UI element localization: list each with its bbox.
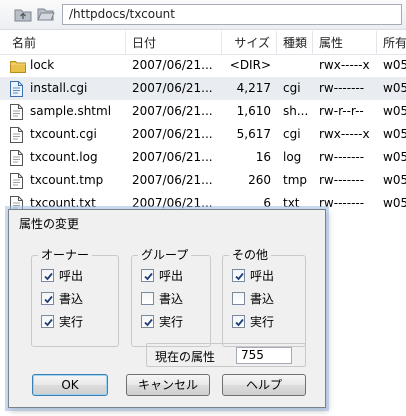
dialog-title: 属性の変更 [19,217,80,231]
checked-checkbox[interactable] [41,315,54,328]
file-row[interactable]: lock 2007/06/21... <DIR> rwx-----x w05 [0,54,406,77]
file-row[interactable]: txcount.log 2007/06/21... 16 log rw-----… [0,146,406,169]
current-attribute-box: 現在の属性 755 [146,343,306,367]
column-header-type[interactable]: 種類 [277,31,313,55]
cancel-button[interactable]: キャンセル [126,374,210,396]
path-field[interactable]: /httpdocs/txcount [62,4,402,25]
column-header-size[interactable]: サイズ [222,31,277,55]
file-attr: rwx-----x [319,58,370,72]
file-name: txcount.tmp [30,173,104,187]
file-row[interactable]: txcount.cgi 2007/06/21... 5,617 cgi rwx-… [0,123,406,146]
file-owner: w05 [383,104,406,118]
file-attr: rw------- [319,196,365,210]
file-icon [10,104,24,120]
file-size: 260 [248,173,271,187]
group-title: グループ [138,247,192,263]
checkbox-label: 実行 [159,315,184,329]
file-name: lock [30,58,55,72]
checkbox-label: 実行 [250,315,275,329]
checked-checkbox[interactable] [232,269,245,282]
file-row[interactable]: txcount.tmp 2007/06/21... 260 tmp rw----… [0,169,406,192]
file-type: log [283,150,302,164]
file-row[interactable]: sample.shtml 2007/06/21... 1,610 sh... r… [0,100,406,123]
current-attribute-label: 現在の属性 [155,350,216,364]
file-name: install.cgi [30,81,88,95]
file-attr: rwx-----x [319,127,370,141]
file-icon [10,127,24,143]
checked-checkbox[interactable] [141,269,154,282]
checkbox-label: 実行 [59,315,84,329]
ok-button[interactable]: OK [32,374,108,396]
group-box: その他呼出書込実行 [222,247,306,347]
file-owner: w05 [383,196,406,210]
checked-checkbox[interactable] [141,315,154,328]
file-name: txcount.log [30,150,98,164]
file-name: sample.shtml [30,104,112,118]
file-date: 2007/06/21... [132,173,213,187]
folder-up-icon[interactable] [14,6,32,22]
checkbox-label: 書込 [59,292,84,306]
unchecked-checkbox[interactable] [232,292,245,305]
column-header-date[interactable]: 日付 [126,31,222,55]
file-date: 2007/06/21... [132,150,213,164]
folder-icon [10,58,26,74]
column-header-owner[interactable]: 所有 [377,31,406,55]
file-date: 2007/06/21... [132,104,213,118]
group-title: オーナー [38,247,93,263]
file-date: 2007/06/21... [132,127,213,141]
file-icon [10,150,24,166]
checkbox-label: 呼出 [250,269,275,283]
list-header: 名前 日付 サイズ 種類 属性 所有 [0,31,406,55]
checkbox-label: 呼出 [159,269,184,283]
folder-open-icon[interactable] [37,6,55,22]
checkbox-label: 呼出 [59,269,84,283]
file-type: cgi [283,81,301,95]
current-attribute-input[interactable]: 755 [236,347,292,364]
unchecked-checkbox[interactable] [141,292,154,305]
file-date: 2007/06/21... [132,58,213,72]
checkbox-label: 書込 [159,292,184,306]
file-attr: rw------- [319,150,365,164]
checkbox-label: 書込 [250,292,275,306]
file-owner: w05 [383,81,406,95]
file-size: 5,617 [236,127,271,141]
file-size: 16 [255,150,271,164]
checked-checkbox[interactable] [41,269,54,282]
file-type: cgi [283,127,301,141]
file-attr: rw------- [319,173,365,187]
group-box: オーナー呼出書込実行 [31,247,119,347]
file-name: txcount.cgi [30,127,97,141]
checked-checkbox[interactable] [41,292,54,305]
file-type: tmp [283,173,308,187]
file-owner: w05 [383,173,406,187]
help-button[interactable]: ヘルプ [222,374,306,396]
file-owner: w05 [383,150,406,164]
checked-checkbox[interactable] [232,315,245,328]
file-type: sh... [283,104,309,118]
file-row[interactable]: install.cgi 2007/06/21... 4,217 cgi rw--… [0,77,406,100]
file-date: 2007/06/21... [132,81,213,95]
column-header-attr[interactable]: 属性 [313,31,377,55]
file-icon [10,81,24,97]
toolbar: /httpdocs/txcount [0,0,406,30]
file-attr: rw-r--r-- [319,104,364,118]
group-title: その他 [229,247,272,263]
group-box: グループ呼出書込実行 [131,247,211,347]
change-attributes-dialog: 属性の変更 オーナー 呼出 書込 実行 グループ 呼出 書込 実行 その他 呼出 書込 実行 現在の属… [8,209,326,408]
file-type [283,54,313,77]
file-icon [10,173,24,189]
file-size: <DIR> [229,58,271,72]
file-owner: w05 [383,127,406,141]
file-owner: w05 [383,58,406,72]
file-size: 1,610 [236,104,271,118]
file-attr: rw------- [319,81,365,95]
column-header-name[interactable]: 名前 [0,31,126,55]
file-size: 4,217 [236,81,271,95]
